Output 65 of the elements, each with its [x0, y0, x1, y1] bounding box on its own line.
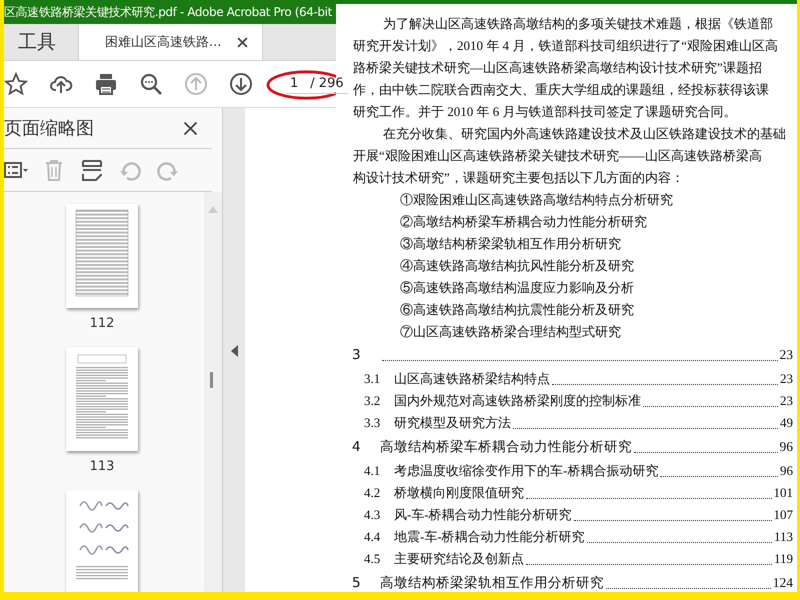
page-thumbnail[interactable]	[66, 347, 138, 451]
list-item: ①艰险困难山区高速铁路高墩结构特点分析研究	[400, 191, 673, 209]
text-line: 开展“艰险困难山区高速铁路桥梁关键技术研究——山区高速铁路桥梁高	[353, 147, 762, 165]
page-number: 49	[780, 414, 793, 432]
section-number: 3	[351, 346, 362, 365]
page-thumbnail[interactable]	[66, 490, 138, 592]
insert-page-icon[interactable]	[80, 158, 104, 182]
section-title: 风-车-桥耦合动力性能分析研究	[394, 506, 572, 524]
text-line: 在充分收集、研究国内外高速铁路建设技术及山区铁路建设技术的基础	[383, 125, 786, 143]
list-item: ②高墩结构桥梁车桥耦合动力性能分析研究	[400, 213, 647, 231]
section-number: 4.2	[363, 484, 382, 502]
page-number: 119	[774, 550, 793, 568]
page-label: 113	[90, 459, 114, 474]
list-item: ③高墩结构桥梁梁轨相互作用分析研究	[400, 235, 621, 253]
tab[interactable]: 困难山区高速铁路...	[79, 24, 264, 60]
text-line: 作，由中铁二院联合西南交大、重庆大学组成的课题组，经投标获得该课	[353, 81, 769, 99]
section-number: 4	[351, 438, 362, 457]
page-number: 96	[780, 438, 793, 456]
collapse-icon	[230, 344, 238, 356]
text-line: 研究工作。并于 2010 年 6 月与铁道部科技司签定了课题研究合同。	[353, 103, 736, 121]
section-number: 3.2	[363, 392, 382, 410]
zoom-icon[interactable]	[139, 72, 163, 96]
page-number: 101	[774, 484, 793, 502]
section-number: 4.4	[363, 528, 382, 546]
page-number: 23	[780, 370, 793, 388]
text-line: 研究开发计划》，2010 年 4 月，铁道部科技司组织进行了“艰险困难山区高	[353, 37, 778, 55]
scroll-up-icon[interactable]	[208, 206, 218, 213]
down-arrow-icon[interactable]	[229, 72, 253, 96]
section-number: 4.1	[363, 462, 382, 480]
section-title: 主要研究结论及创新点	[394, 550, 524, 568]
section-number: 3.3	[363, 414, 382, 432]
list-item: ⑦山区高速铁路桥梁合理结构型式研究	[400, 323, 621, 340]
section-number: 4.3	[363, 506, 382, 524]
close-icon[interactable]	[183, 120, 198, 136]
window-title: 区高速铁路桥梁关键技术研究.pdf - Adobe Acrobat Pro (64-bit	[4, 4, 332, 20]
section-title: 高墩结构桥梁车桥耦合动力性能分析研究	[380, 438, 632, 457]
section-number: 5	[351, 574, 362, 592]
star-icon[interactable]	[4, 72, 28, 96]
page-number: 23	[780, 392, 793, 410]
page-thumbnail[interactable]	[66, 204, 138, 308]
section-title: 桥墩横向刚度限值研究	[394, 484, 524, 502]
page-number: 107	[774, 506, 793, 524]
section-title: 高墩结构桥梁梁轨相互作用分析研究	[380, 574, 604, 592]
section-title: 地震-车-桥耦合动力性能分析研究	[394, 528, 585, 546]
print-icon[interactable]	[94, 72, 118, 96]
section-title: 研究模型及研究方法	[394, 414, 511, 432]
text-line: 路桥梁关键技术研究—山区高速铁路桥梁高墩结构设计技术研究”课题招	[353, 59, 762, 77]
list-item: ④高速铁路高墩结构抗风性能分析及研究	[400, 257, 634, 275]
section-number: 3.1	[363, 370, 382, 388]
list-item: ⑤高速铁路高墩结构温度应力影响及分析	[400, 279, 634, 297]
page-label: 112	[90, 316, 114, 331]
page-number: 23	[780, 346, 793, 364]
page-number: 96	[780, 462, 793, 480]
section-title: 国内外规范对高速铁路桥梁刚度的控制标准	[394, 392, 641, 410]
page-number: 124	[772, 574, 793, 592]
section-number: 4.5	[363, 550, 382, 568]
panel-title: 页面缩略图	[4, 117, 94, 140]
close-icon[interactable]	[237, 36, 248, 48]
section-title: 山区高速铁路桥梁结构特点	[394, 370, 550, 388]
text-line: 构设计技术研究”，课题研究主要包括以下几方面的内容：	[353, 169, 684, 187]
page-number: 113	[774, 528, 793, 546]
scrollbar[interactable]	[204, 192, 222, 592]
text-line: 为了解决山区高速铁路高墩结构的多项关键技术难题，根据《铁道部	[383, 15, 773, 33]
list-item: ⑥高速铁路高墩结构抗震性能分析及研究	[400, 301, 634, 319]
section-title: 考虑温度收缩徐变作用下的车-桥耦合振动研究	[394, 462, 658, 480]
